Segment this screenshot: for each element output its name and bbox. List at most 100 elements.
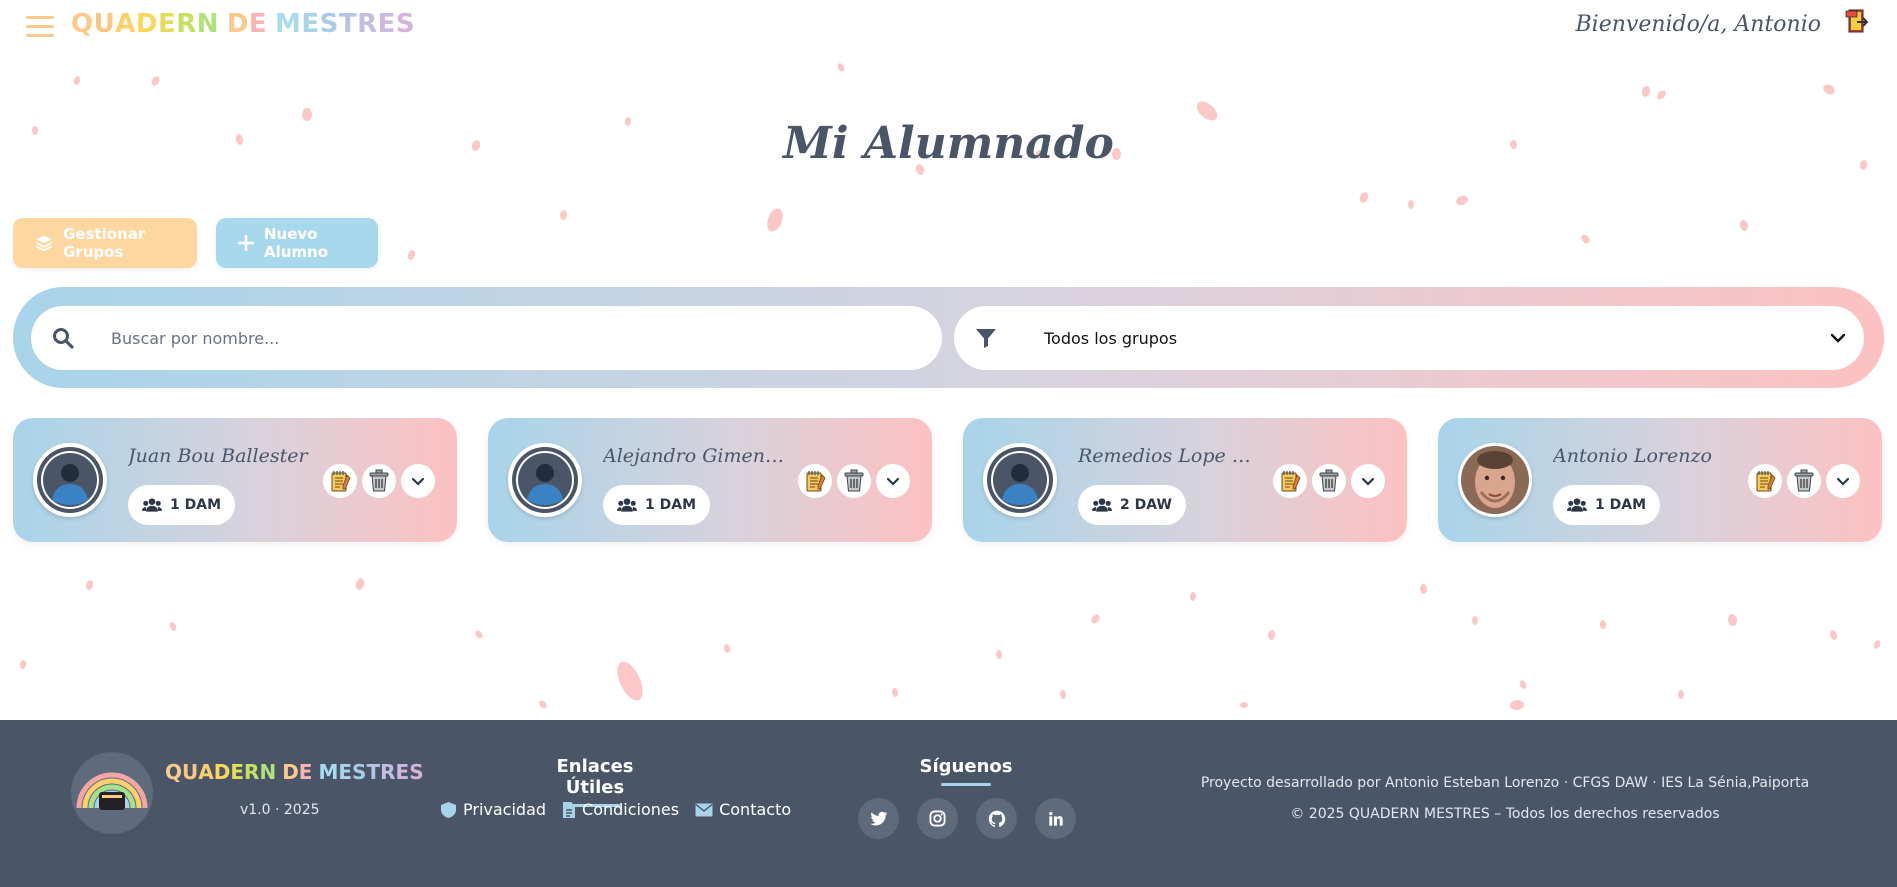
manage-groups-label: Gestionar Grupos (63, 225, 146, 261)
petal (406, 249, 417, 261)
expand-button[interactable] (876, 464, 910, 498)
manage-groups-button[interactable]: Gestionar Grupos (13, 218, 197, 268)
linkedin-icon (1048, 811, 1063, 826)
privacy-link[interactable]: Privacidad (440, 800, 546, 819)
petal (1471, 615, 1479, 626)
plus-icon (238, 235, 254, 251)
petal (1655, 88, 1668, 102)
student-card[interactable]: Antonio Lorenzo 1 DAM (1438, 418, 1882, 542)
petal (722, 643, 732, 654)
follow-heading: Síguenos (916, 756, 1016, 786)
brand-logo-text[interactable]: QUADERN DE MESTRES (71, 9, 415, 39)
petal (1189, 591, 1197, 602)
petal (1454, 194, 1470, 207)
trash-icon (1319, 469, 1339, 492)
avatar (33, 443, 107, 517)
group-select[interactable]: Todos los grupos (954, 306, 1864, 370)
delete-button[interactable] (837, 464, 871, 498)
credit-line: Proyecto desarrollado por Antonio Esteba… (1200, 775, 1810, 791)
petal (995, 649, 1003, 660)
petal (150, 74, 161, 88)
student-name: Alejandro GimenezA... (603, 445, 793, 467)
expand-button[interactable] (401, 464, 435, 498)
petal (891, 687, 899, 698)
social-links (858, 798, 1076, 839)
new-student-button[interactable]: Nuevo Alumno (216, 218, 378, 268)
users-icon (617, 498, 637, 512)
chevron-down-icon (1361, 477, 1375, 486)
hamburger-menu-button[interactable] (26, 14, 54, 38)
group-label: 1 DAM (1595, 497, 1647, 513)
trash-icon (844, 469, 864, 492)
petal (1872, 639, 1882, 650)
petal (1828, 629, 1839, 641)
notepad-icon (1281, 471, 1301, 492)
notes-button[interactable] (323, 464, 357, 498)
envelope-icon (695, 803, 713, 816)
contact-link[interactable]: Contacto (695, 800, 791, 819)
shield-icon (441, 801, 456, 818)
student-name: Remedios Lope Man... (1078, 445, 1268, 467)
petal (1419, 583, 1428, 595)
twitter-button[interactable] (858, 798, 899, 839)
chevron-down-icon (1836, 477, 1850, 486)
petal (19, 659, 27, 670)
notes-button[interactable] (1748, 464, 1782, 498)
users-icon (1092, 498, 1112, 512)
delete-button[interactable] (1312, 464, 1346, 498)
group-select-value: Todos los grupos (1044, 328, 1178, 348)
users-icon (1567, 498, 1587, 512)
exit-door-icon (1845, 9, 1869, 33)
search-icon (53, 328, 74, 349)
petal (1059, 689, 1067, 700)
avatar (983, 443, 1057, 517)
petal (72, 75, 82, 86)
search-input[interactable] (111, 328, 891, 348)
petal (1677, 689, 1685, 700)
petal (1599, 619, 1607, 630)
expand-button[interactable] (1826, 464, 1860, 498)
group-badge: 1 DAM (128, 485, 236, 525)
github-icon (988, 810, 1005, 827)
expand-button[interactable] (1351, 464, 1385, 498)
petal (1407, 199, 1415, 210)
petal (354, 577, 366, 591)
twitter-icon (869, 811, 887, 825)
petal (612, 657, 648, 705)
welcome-message: Bienvenido/a, Antonio (1575, 12, 1821, 37)
trash-icon (1794, 469, 1814, 492)
petal (1509, 699, 1525, 711)
instagram-button[interactable] (917, 798, 958, 839)
petal (764, 206, 786, 234)
notes-button[interactable] (1273, 464, 1307, 498)
linkedin-button[interactable] (1035, 798, 1076, 839)
chevron-down-icon (411, 477, 425, 486)
trash-icon (369, 469, 389, 492)
group-badge: 1 DAM (603, 485, 711, 525)
group-label: 1 DAM (170, 497, 222, 513)
group-badge: 1 DAM (1553, 485, 1661, 525)
delete-button[interactable] (1787, 464, 1821, 498)
notepad-icon (806, 471, 826, 492)
petal (836, 62, 846, 73)
footer-links: Privacidad Condiciones Contacto (440, 800, 791, 819)
logout-button[interactable] (1845, 8, 1871, 34)
avatar (508, 443, 582, 517)
delete-button[interactable] (362, 464, 396, 498)
student-card[interactable]: Alejandro GimenezA... 1 DAM (488, 418, 932, 542)
petal (1821, 82, 1837, 97)
petal (473, 629, 485, 640)
footer-version: v1.0 · 2025 (240, 802, 320, 818)
footer-logo (71, 752, 153, 834)
petal (1239, 701, 1249, 709)
search-field[interactable] (31, 306, 942, 370)
student-card[interactable]: Remedios Lope Man... 2 DAW (963, 418, 1407, 542)
github-button[interactable] (976, 798, 1017, 839)
conditions-link-label: Condiciones (582, 800, 680, 819)
footer: QUADERN DE MESTRES v1.0 · 2025 Enlaces Ú… (0, 720, 1897, 887)
chevron-down-icon (886, 477, 900, 486)
conditions-link[interactable]: Condiciones (562, 800, 679, 819)
student-card[interactable]: Juan Bou Ballester 1 DAM (13, 418, 457, 542)
notepad-icon (331, 471, 351, 492)
notes-button[interactable] (798, 464, 832, 498)
